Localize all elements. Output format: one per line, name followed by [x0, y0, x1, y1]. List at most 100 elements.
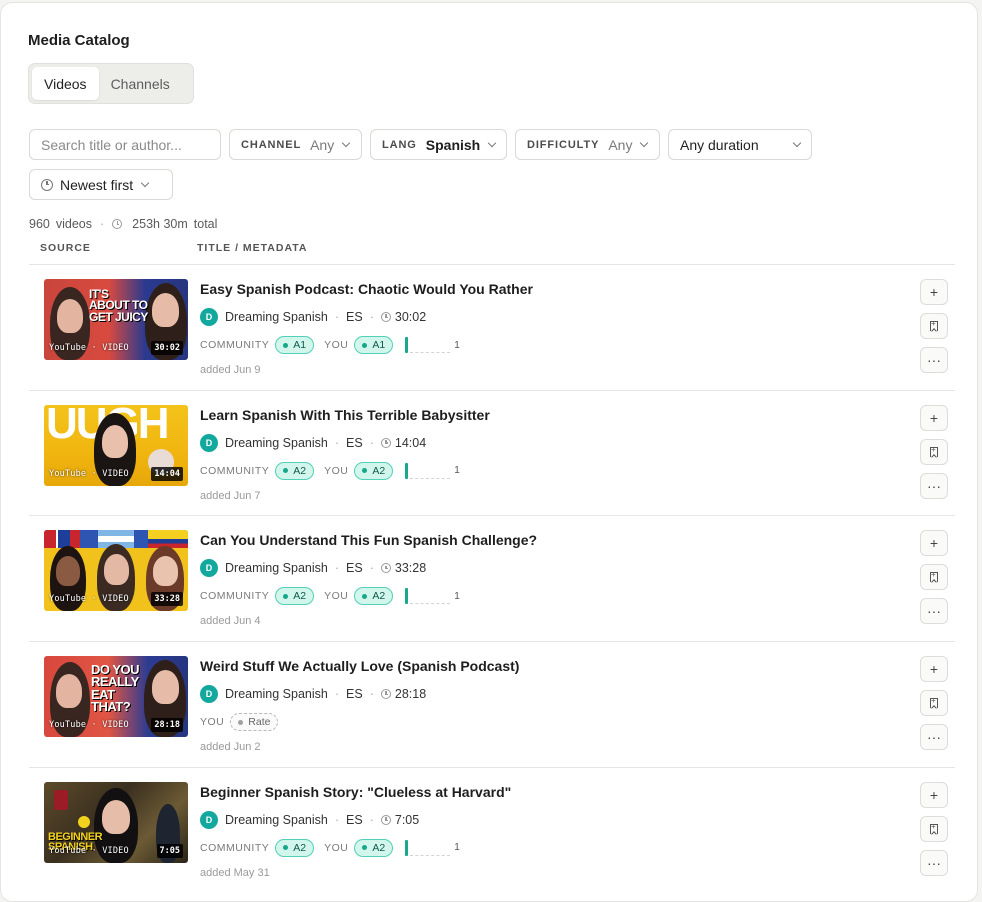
duration-value: 33:28 — [394, 561, 427, 576]
community-label: COMMUNITY — [200, 841, 270, 854]
community-label: COMMUNITY — [200, 339, 270, 351]
add-button[interactable]: + — [920, 656, 948, 683]
add-button[interactable]: + — [920, 530, 948, 557]
channel-name[interactable]: Dreaming Spanish — [225, 687, 328, 701]
bookmark-button[interactable] — [920, 690, 948, 717]
channel-name[interactable]: Dreaming Spanish — [225, 436, 328, 450]
video-thumbnail[interactable]: DO YOU REALLY EAT THAT? YouTube · VIDEO … — [44, 656, 188, 738]
thumbnail-source: YouTube · VIDEO — [49, 720, 129, 731]
you-level-badge[interactable]: A2 — [354, 838, 394, 857]
duration: 7:05 — [380, 813, 419, 827]
clock-icon — [380, 814, 391, 825]
lang-filter-value: Spanish — [425, 136, 481, 153]
video-thumbnail[interactable]: IT'S ABOUT TO GET JUICY YouTube · VIDEO … — [44, 279, 188, 360]
community-level-badge: A2 — [275, 838, 315, 857]
column-header-title: TITLE / METADATA — [197, 242, 308, 254]
view-tabs: Videos Channels — [28, 63, 194, 104]
bookmark-icon — [930, 696, 938, 709]
video-title[interactable]: Easy Spanish Podcast: Chaotic Would You … — [200, 281, 533, 297]
you-level-value: A2 — [372, 841, 386, 854]
add-button[interactable]: + — [920, 404, 948, 431]
you-level-badge[interactable]: A1 — [354, 336, 394, 354]
level-dot — [283, 468, 289, 474]
video-count-unit: videos — [55, 217, 92, 231]
video-title[interactable]: Weird Stuff We Actually Love (Spanish Po… — [200, 658, 519, 674]
you-level-badge[interactable]: A2 — [354, 461, 394, 480]
video-title[interactable]: Can You Understand This Fun Spanish Chal… — [200, 532, 537, 548]
more-button[interactable]: ··· — [920, 347, 948, 373]
thumbnail-flag — [44, 530, 80, 549]
community-level-value: A1 — [293, 339, 307, 351]
ratings: COMMUNITY A2 YOU A2 1 — [200, 461, 460, 480]
histogram-baseline — [410, 854, 451, 856]
clock-icon — [380, 312, 391, 322]
media-catalog-card: Media Catalog Videos Channels Search tit… — [0, 2, 978, 902]
video-title[interactable]: Learn Spanish With This Terrible Babysit… — [200, 407, 490, 423]
video-meta: D Dreaming Spanish · ES · 33:28 — [200, 559, 427, 578]
total-time: 253h 30m — [132, 217, 188, 231]
video-count: 960 — [29, 217, 50, 231]
community-level-value: A2 — [293, 464, 307, 477]
table-row: UUGH YouTube · VIDEO 14:04 Learn Spanish… — [29, 389, 955, 516]
video-meta: D Dreaming Spanish · ES · 7:05 — [200, 810, 419, 829]
tab-channels[interactable]: Channels — [99, 67, 182, 100]
bookmark-button[interactable] — [920, 438, 948, 465]
search-input[interactable]: Search title or author... — [29, 129, 221, 160]
more-button[interactable]: ··· — [920, 849, 948, 876]
community-label: COMMUNITY — [200, 464, 270, 477]
video-meta: D Dreaming Spanish · ES · 28:18 — [200, 685, 426, 704]
histogram-baseline — [410, 603, 451, 605]
type-label: VIDEO — [102, 845, 129, 856]
duration-filter[interactable]: Any duration — [668, 129, 812, 160]
you-level-badge[interactable]: A2 — [354, 587, 394, 606]
tab-videos[interactable]: Videos — [32, 67, 99, 100]
video-title[interactable]: Beginner Spanish Story: "Clueless at Har… — [200, 784, 511, 800]
video-thumbnail[interactable]: UUGH YouTube · VIDEO 14:04 — [44, 404, 188, 486]
clock-icon — [112, 219, 123, 229]
histogram-baseline — [410, 352, 451, 353]
add-button[interactable]: + — [920, 781, 948, 808]
channel-filter[interactable]: CHANNEL Any — [229, 129, 362, 160]
language-code: ES — [346, 435, 363, 450]
total-label: total — [193, 217, 218, 231]
sort-select[interactable]: Newest first — [29, 169, 173, 200]
lang-filter[interactable]: LANG Spanish — [370, 129, 507, 160]
channel-name[interactable]: Dreaming Spanish — [225, 561, 328, 575]
bookmark-button[interactable] — [920, 815, 948, 842]
added-date: added Jun 2 — [200, 741, 261, 754]
thumbnail-duration: 28:18 — [151, 718, 183, 733]
thumbnail-duration: 14:04 — [151, 466, 183, 481]
bookmark-button[interactable] — [920, 313, 948, 339]
rating-histogram — [405, 588, 451, 605]
difficulty-filter-label: DIFFICULTY — [527, 138, 600, 151]
thumbnail-face — [57, 299, 83, 333]
community-level-value: A2 — [293, 590, 307, 603]
ratings: YOU Rate — [200, 713, 279, 732]
plus-icon: + — [929, 786, 939, 803]
video-thumbnail[interactable]: YouTube · VIDEO 33:28 — [44, 530, 188, 612]
histogram-bar — [405, 588, 409, 605]
lang-filter-label: LANG — [382, 138, 417, 151]
type-label: VIDEO — [102, 343, 129, 353]
more-button[interactable]: ··· — [920, 724, 948, 751]
more-icon: ··· — [927, 477, 941, 494]
difficulty-filter[interactable]: DIFFICULTY Any — [515, 129, 660, 160]
source-label: YouTube — [49, 594, 87, 605]
channel-filter-label: CHANNEL — [241, 138, 302, 151]
channel-name[interactable]: Dreaming Spanish — [225, 813, 328, 827]
add-button[interactable]: + — [920, 279, 948, 305]
video-thumbnail[interactable]: BEGINNER SPANISH YouTube · VIDEO 7:05 — [44, 781, 188, 863]
more-button[interactable]: ··· — [920, 598, 948, 625]
rate-button[interactable]: Rate — [230, 713, 279, 732]
channel-name[interactable]: Dreaming Spanish — [225, 310, 328, 324]
duration: 30:02 — [380, 310, 426, 324]
bookmark-button[interactable] — [920, 564, 948, 591]
level-dot — [283, 845, 289, 851]
thumbnail-source: YouTube · VIDEO — [49, 594, 129, 605]
histogram-baseline — [410, 477, 451, 479]
more-button[interactable]: ··· — [920, 472, 948, 499]
source-label: YouTube — [49, 468, 87, 479]
more-icon: ··· — [927, 854, 941, 871]
source-label: YouTube — [49, 720, 87, 731]
rating-histogram — [405, 839, 451, 856]
